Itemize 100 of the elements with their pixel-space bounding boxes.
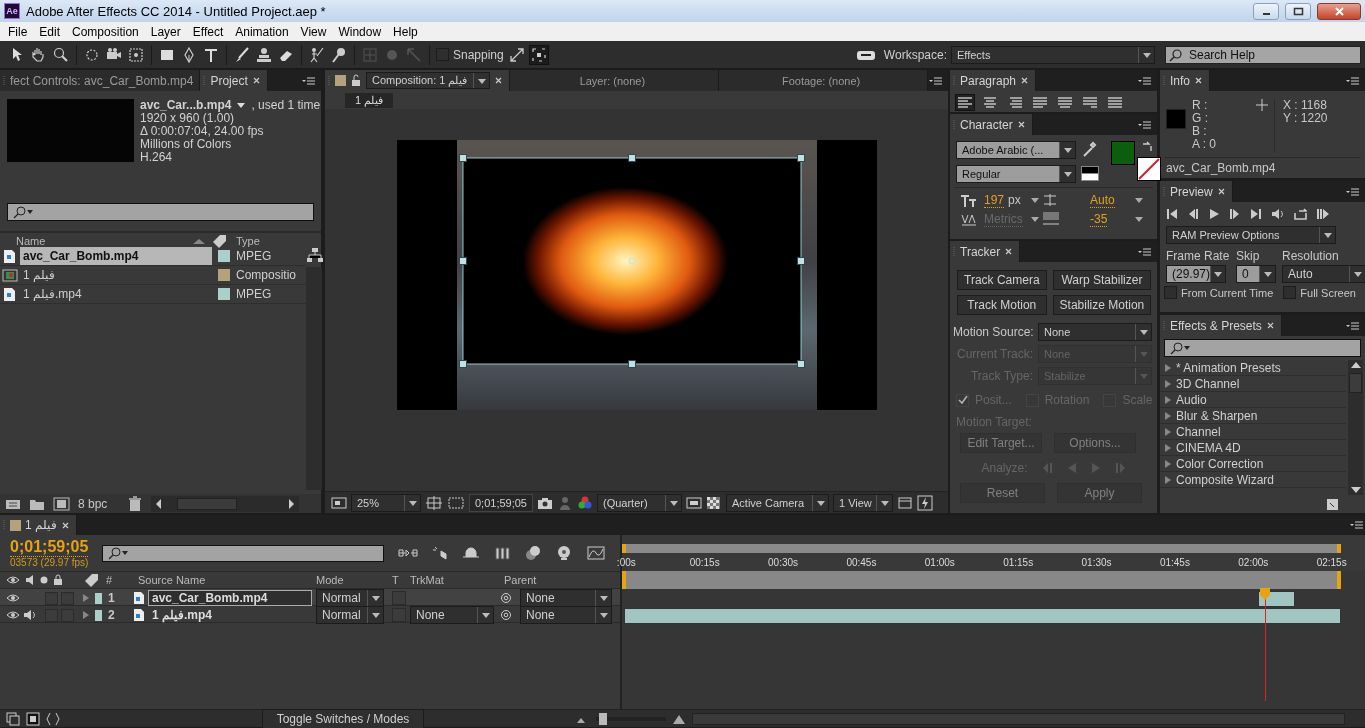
region-of-interest-icon[interactable] bbox=[447, 494, 465, 511]
panel-tab[interactable]: فيلم 1 bbox=[0, 515, 78, 535]
next-frame-icon[interactable] bbox=[1229, 208, 1241, 220]
search-field[interactable] bbox=[102, 544, 385, 562]
search-field[interactable] bbox=[1164, 339, 1361, 357]
menu-item[interactable]: Layer bbox=[144, 24, 187, 39]
effect-category[interactable]: * Animation Presets bbox=[1160, 360, 1346, 376]
disclosure-triangle-icon[interactable] bbox=[1164, 395, 1172, 404]
first-frame-icon[interactable] bbox=[1166, 208, 1178, 220]
menu-item[interactable]: Help bbox=[387, 24, 424, 39]
view-layout-dropdown[interactable]: 1 View bbox=[833, 493, 893, 512]
scroll-right-arrow-icon[interactable] bbox=[287, 497, 295, 510]
draft-3d-icon[interactable] bbox=[432, 545, 449, 561]
trash-icon[interactable] bbox=[127, 495, 144, 512]
resolution-dropdown[interactable]: Auto bbox=[1282, 265, 1365, 283]
composition-breadcrumb[interactable]: فيلم 1 bbox=[345, 92, 394, 108]
motion-blur-icon[interactable] bbox=[525, 545, 542, 561]
menu-item[interactable]: File bbox=[2, 24, 34, 39]
magnification-dropdown[interactable]: 25% bbox=[351, 493, 421, 512]
rgb-channels-icon[interactable] bbox=[577, 494, 593, 511]
slider-thumb[interactable] bbox=[599, 712, 607, 725]
tracker-button[interactable]: Stabilize Motion bbox=[1052, 295, 1152, 315]
play-icon[interactable] bbox=[1208, 208, 1220, 220]
hide-shy-layers-icon[interactable] bbox=[462, 545, 481, 561]
effect-category[interactable]: Audio bbox=[1160, 392, 1346, 408]
scrollbar-thumb[interactable] bbox=[1349, 372, 1362, 393]
snap-target-icon[interactable] bbox=[529, 45, 548, 64]
safe-zones-icon[interactable] bbox=[425, 494, 443, 511]
toggle-switches-button[interactable]: Toggle Switches / Modes bbox=[262, 708, 424, 728]
last-frame-icon[interactable] bbox=[1250, 208, 1262, 220]
magnifier-icon[interactable] bbox=[52, 45, 70, 64]
effect-category[interactable]: 3D Channel bbox=[1160, 376, 1346, 392]
close-icon[interactable] bbox=[61, 520, 71, 530]
fill-color-swatch[interactable] bbox=[1111, 141, 1135, 165]
preserve-transparency-toggle[interactable] bbox=[392, 591, 406, 605]
expand-arrows-icon[interactable] bbox=[507, 45, 526, 64]
effect-category[interactable]: Color Correction bbox=[1160, 456, 1346, 472]
close-icon[interactable] bbox=[1265, 321, 1275, 330]
timeline-icon[interactable] bbox=[897, 494, 913, 511]
track-matte-dropdown[interactable]: None bbox=[410, 606, 494, 624]
close-icon[interactable] bbox=[1216, 187, 1226, 196]
panel-tab[interactable]: Project bbox=[200, 70, 268, 91]
blend-mode-dropdown[interactable]: Normal bbox=[316, 606, 384, 624]
disclosure-triangle-icon[interactable] bbox=[1164, 427, 1172, 436]
panel-tab[interactable]: Layer: (none) bbox=[510, 70, 720, 91]
pick-whip-icon[interactable] bbox=[500, 592, 512, 604]
close-icon[interactable] bbox=[251, 76, 261, 85]
disclosure-triangle-icon[interactable] bbox=[1164, 411, 1172, 420]
roto-brush-icon[interactable] bbox=[308, 45, 326, 64]
current-time-field[interactable]: 0;01;59;05 bbox=[469, 493, 533, 512]
search-icon[interactable] bbox=[1169, 47, 1183, 62]
panel-tab[interactable]: Character bbox=[950, 114, 1033, 135]
search-help-input[interactable]: Search Help bbox=[1187, 46, 1347, 63]
disclosure-triangle-icon[interactable] bbox=[1164, 475, 1172, 484]
panel-tab[interactable]: Composition: فيلم 1 bbox=[325, 70, 511, 91]
audio-icon[interactable] bbox=[1271, 208, 1284, 220]
lock-icon[interactable] bbox=[350, 74, 362, 87]
panel-tab[interactable]: Info bbox=[1160, 70, 1210, 91]
disclosure-triangle-icon[interactable] bbox=[82, 611, 90, 619]
blend-mode-dropdown[interactable]: Normal bbox=[316, 589, 384, 607]
layer-duration-bar[interactable] bbox=[624, 608, 1341, 624]
composition-mini-flowchart-icon[interactable] bbox=[398, 546, 419, 560]
skip-dropdown[interactable]: 0 bbox=[1236, 265, 1276, 283]
close-icon[interactable] bbox=[1194, 76, 1203, 85]
search-field[interactable] bbox=[7, 203, 314, 221]
layer-row[interactable]: 1 avc_Car_Bomb.mp4 Normal None bbox=[0, 589, 620, 606]
lock-switch[interactable] bbox=[61, 591, 74, 605]
new-composition-icon[interactable] bbox=[53, 495, 70, 512]
tracker-button[interactable]: Track Motion bbox=[957, 295, 1047, 315]
font-style-dropdown[interactable]: Regular bbox=[956, 164, 1076, 183]
disclosure-triangle-icon[interactable] bbox=[1164, 363, 1172, 372]
ram-preview-dropdown[interactable]: RAM Preview Options bbox=[1166, 226, 1336, 244]
panel-tab[interactable]: Preview bbox=[1160, 181, 1233, 202]
loop-icon[interactable] bbox=[1293, 208, 1307, 220]
minimize-button[interactable] bbox=[1253, 2, 1279, 20]
flowchart-lightning-icon[interactable] bbox=[917, 494, 933, 511]
effect-category[interactable]: CINEMA 4D bbox=[1160, 440, 1346, 456]
close-icon[interactable] bbox=[1016, 120, 1026, 129]
fast-preview-icon[interactable] bbox=[686, 494, 702, 511]
menu-item[interactable]: Window bbox=[332, 24, 388, 39]
sort-arrow-icon[interactable] bbox=[192, 236, 206, 246]
search-icon[interactable] bbox=[12, 205, 34, 219]
visibility-eye-icon[interactable] bbox=[6, 592, 20, 604]
layer-name[interactable]: avc_Car_Bomb.mp4 bbox=[149, 591, 311, 605]
tracking-icon[interactable] bbox=[1042, 211, 1060, 227]
close-icon[interactable] bbox=[1020, 76, 1030, 85]
stamp-icon[interactable] bbox=[255, 45, 273, 64]
menu-item[interactable]: Animation bbox=[229, 24, 295, 39]
parent-dropdown[interactable]: None bbox=[520, 606, 612, 624]
previous-frame-icon[interactable] bbox=[1187, 208, 1199, 220]
effect-category[interactable]: Blur & Sharpen bbox=[1160, 408, 1346, 424]
layer-switches-icon[interactable] bbox=[6, 711, 20, 726]
flowchart-icon[interactable] bbox=[306, 247, 324, 263]
visibility-eye-icon[interactable] bbox=[6, 609, 20, 621]
workspace-dropdown[interactable]: Effects bbox=[951, 45, 1155, 64]
effect-category[interactable]: Composite Wizard bbox=[1160, 472, 1346, 488]
search-icon[interactable] bbox=[1169, 341, 1191, 355]
menu-item[interactable]: Composition bbox=[66, 24, 145, 39]
panel-menu-icon[interactable] bbox=[1349, 518, 1365, 532]
horizontal-scrollbar[interactable] bbox=[151, 495, 299, 512]
